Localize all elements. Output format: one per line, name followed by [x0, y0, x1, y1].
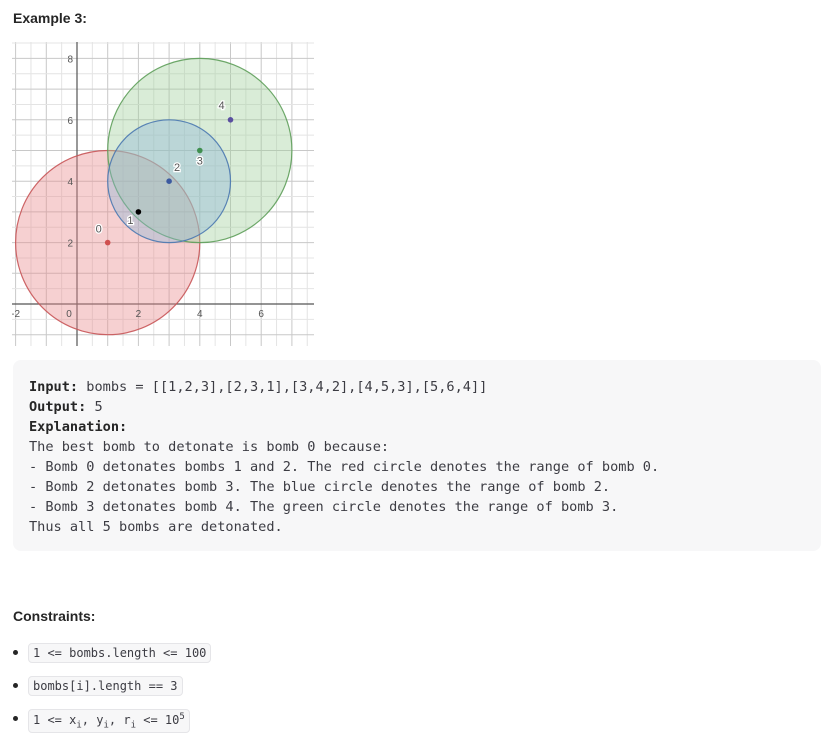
bomb-label-4: 4	[218, 100, 224, 112]
constraint-text: 1 <= x	[33, 713, 77, 727]
bomb-point-4	[227, 117, 234, 123]
bomb-label-2: 2	[174, 162, 180, 174]
y-tick-label: 6	[67, 116, 73, 127]
bullet	[13, 716, 18, 721]
bombs-diagram: -2 0 2 4 6 2 4 6 8 0 1 2 3 4	[12, 42, 314, 346]
y-tick-label: 8	[67, 54, 73, 65]
explanation-label: Explanation:	[29, 419, 128, 435]
example-code-block: Input: bombs = [[1,2,3],[2,3,1],[3,4,2],…	[13, 360, 821, 551]
x-tick-label: -2	[12, 309, 20, 320]
superscript: 5	[179, 712, 185, 722]
constraints-heading: Constraints:	[13, 608, 96, 624]
input-value: bombs = [[1,2,3],[2,3,1],[3,4,2],[4,5,3]…	[78, 379, 488, 395]
bomb-label-0: 0	[96, 224, 102, 236]
constraint-text: <= 10	[136, 713, 180, 727]
constraint-code: 1 <= xi, yi, ri <= 105	[28, 709, 190, 734]
constraint-code: bombs[i].length == 3	[28, 676, 183, 696]
output-value: 5	[86, 399, 103, 415]
example-heading: Example 3:	[13, 10, 87, 26]
constraint-code: 1 <= bombs.length <= 100	[28, 643, 212, 663]
explanation-line: Thus all 5 bombs are detonated.	[29, 519, 283, 535]
bomb-label-1: 1	[127, 215, 133, 227]
x-tick-label: 4	[197, 309, 203, 320]
constraint-text: , r	[108, 713, 131, 727]
bomb-point-1	[135, 209, 142, 215]
x-tick-label: 6	[258, 309, 264, 320]
y-tick-label: 4	[67, 177, 73, 188]
x-tick-label: 2	[136, 309, 142, 320]
bullet	[13, 683, 18, 688]
explanation-line: The best bomb to detonate is bomb 0 beca…	[29, 439, 390, 455]
bomb-point-3	[197, 147, 203, 154]
bullet	[13, 650, 18, 655]
explanation-line: - Bomb 2 detonates bomb 3. The blue circ…	[29, 479, 611, 495]
constraint-text: , y	[81, 713, 104, 727]
input-label: Input:	[29, 379, 79, 395]
bomb-point-0	[104, 239, 111, 246]
y-tick-label: 2	[67, 239, 73, 250]
explanation-line: - Bomb 0 detonates bombs 1 and 2. The re…	[29, 459, 660, 475]
x-tick-label: 0	[66, 309, 72, 320]
output-label: Output:	[29, 399, 87, 415]
bomb-label-3: 3	[197, 156, 203, 168]
explanation-line: - Bomb 3 detonates bomb 4. The green cir…	[29, 499, 619, 515]
bomb-point-2	[166, 178, 172, 184]
